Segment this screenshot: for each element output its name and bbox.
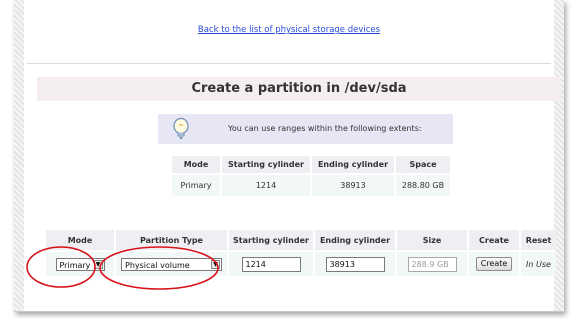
extents-header-space: Space [396, 156, 450, 173]
browser-page: Back to the list of physical storage dev… [14, 0, 564, 312]
extents-table: Mode Starting cylinder Ending cylinder S… [170, 154, 452, 198]
mode-cell: Primary ▼ [46, 252, 114, 276]
extents-header-end: Ending cylinder [312, 156, 394, 173]
in-use-label: In Use [526, 259, 551, 269]
end-cell: 38913 [315, 252, 395, 276]
extents-header-start: Starting cylinder [222, 156, 310, 173]
size-input: 288.9 GB [407, 256, 457, 272]
create-cell: Create [469, 252, 519, 276]
lightbulb-icon [172, 117, 190, 143]
reset-cell: In Use [521, 252, 556, 276]
extents-header-mode: Mode [172, 156, 220, 173]
partition-type-cell: Physical volume ▼ [116, 252, 227, 276]
page-border-left [14, 0, 24, 311]
create-header-start: Starting cylinder [229, 230, 313, 250]
extents-end: 38913 [312, 175, 394, 196]
partition-type-select[interactable]: Physical volume ▼ [121, 257, 222, 271]
size-cell: 288.9 GB [397, 252, 467, 276]
table-row: Primary ▼ Physical volume ▼ 1214 38913 2… [46, 252, 556, 276]
info-box: You can use ranges within the following … [158, 114, 453, 144]
extents-start: 1214 [222, 175, 310, 196]
page-title: Create a partition in /dev/sda [37, 77, 561, 101]
section-divider [27, 63, 551, 64]
start-cell: 1214 [229, 252, 313, 276]
extents-mode: Primary [172, 175, 220, 196]
ending-cylinder-input[interactable]: 38913 [325, 256, 385, 272]
dropdown-arrow-icon[interactable]: ▼ [211, 259, 220, 269]
info-text: You can use ranges within the following … [228, 124, 422, 133]
create-header-create: Create [469, 230, 519, 250]
mode-select[interactable]: Primary ▼ [55, 257, 105, 271]
create-header-type: Partition Type [116, 230, 227, 250]
partition-type-value: Physical volume [125, 260, 190, 270]
starting-cylinder-input[interactable]: 1214 [241, 256, 301, 272]
mode-select-value: Primary [59, 260, 91, 270]
create-header-end: Ending cylinder [315, 230, 395, 250]
extents-space: 288.80 GB [396, 175, 450, 196]
back-to-devices-link[interactable]: Back to the list of physical storage dev… [15, 25, 563, 35]
dropdown-arrow-icon[interactable]: ▼ [93, 259, 103, 269]
create-header-reset: Reset [521, 230, 556, 250]
create-header-size: Size [397, 230, 467, 250]
table-row: Primary 1214 38913 288.80 GB [172, 175, 450, 196]
create-header-mode: Mode [46, 230, 114, 250]
create-button[interactable]: Create [475, 257, 513, 271]
create-partition-form: Mode Partition Type Starting cylinder En… [44, 228, 558, 278]
